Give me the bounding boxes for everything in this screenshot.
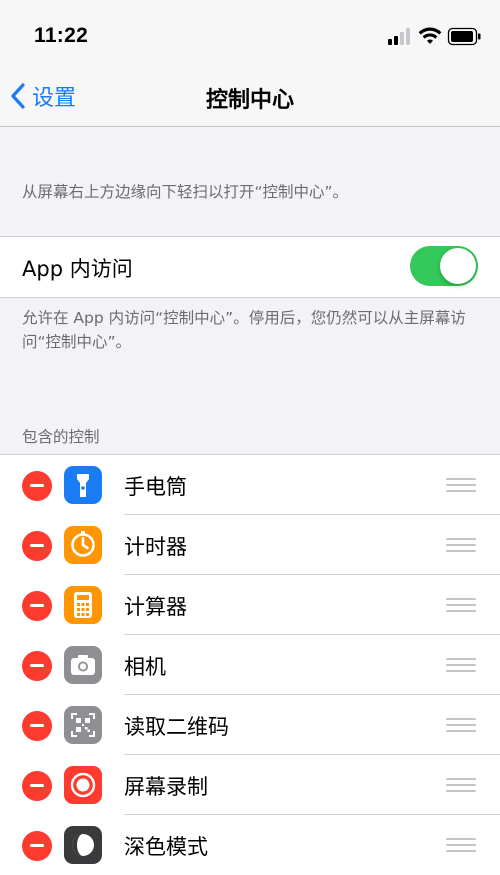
timer-icon <box>64 526 102 564</box>
cellular-signal-icon <box>388 28 410 45</box>
control-row-qr-code: 读取二维码 <box>0 695 500 755</box>
included-controls-header: 包含的控制 <box>22 428 100 446</box>
control-row-camera: 相机 <box>0 635 500 695</box>
remove-button[interactable] <box>22 711 52 741</box>
control-label: 屏幕录制 <box>124 775 208 799</box>
control-label: 相机 <box>124 655 166 679</box>
camera-icon <box>64 646 102 684</box>
intro-text: 从屏幕右上方边缘向下轻扫以打开“控制中心”。 <box>22 183 349 201</box>
reorder-handle-icon[interactable] <box>446 478 476 492</box>
app-access-group: App 内访问 <box>0 236 500 298</box>
flashlight-icon <box>64 466 102 504</box>
remove-button[interactable] <box>22 471 52 501</box>
remove-button[interactable] <box>22 531 52 561</box>
status-icons <box>388 27 484 47</box>
control-row-calculator: 计算器 <box>0 575 500 635</box>
reorder-handle-icon[interactable] <box>446 838 476 852</box>
screen-recording-icon <box>64 766 102 804</box>
included-controls-list: 手电筒 计时器 计算器 相机 读取二维码 屏幕录制 深色模式 <box>0 454 500 875</box>
remove-button[interactable] <box>22 831 52 861</box>
control-row-screen-recording: 屏幕录制 <box>0 755 500 815</box>
status-bar: 11:22 <box>0 0 500 62</box>
app-access-label: App 内访问 <box>22 257 133 281</box>
app-access-toggle[interactable] <box>410 246 478 286</box>
control-row-dark-mode: 深色模式 <box>0 815 500 875</box>
remove-button[interactable] <box>22 591 52 621</box>
reorder-handle-icon[interactable] <box>446 778 476 792</box>
battery-icon <box>447 27 481 46</box>
reorder-handle-icon[interactable] <box>446 538 476 552</box>
calculator-icon <box>64 586 102 624</box>
app-access-footer: 允许在 App 内访问“控制中心”。停用后，您仍然可以从主屏幕访问“控制中心”。 <box>22 309 466 351</box>
qr-code-icon <box>64 706 102 744</box>
navigation-bar: 设置 控制中心 <box>0 62 500 127</box>
app-access-row: App 内访问 <box>0 237 500 297</box>
status-time: 11:22 <box>34 24 89 47</box>
reorder-handle-icon[interactable] <box>446 598 476 612</box>
control-label: 深色模式 <box>124 835 208 859</box>
control-label: 计算器 <box>124 595 187 619</box>
reorder-handle-icon[interactable] <box>446 718 476 732</box>
page-title: 控制中心 <box>205 88 294 113</box>
remove-button[interactable] <box>22 771 52 801</box>
control-row-flashlight: 手电筒 <box>0 455 500 515</box>
control-label: 读取二维码 <box>124 715 229 739</box>
wifi-icon <box>418 27 442 44</box>
control-row-timer: 计时器 <box>0 515 500 575</box>
control-label: 计时器 <box>124 535 187 559</box>
toggle-knob <box>440 248 476 284</box>
dark-mode-icon <box>64 826 102 864</box>
remove-button[interactable] <box>22 651 52 681</box>
reorder-handle-icon[interactable] <box>446 658 476 672</box>
control-label: 手电筒 <box>124 475 187 499</box>
